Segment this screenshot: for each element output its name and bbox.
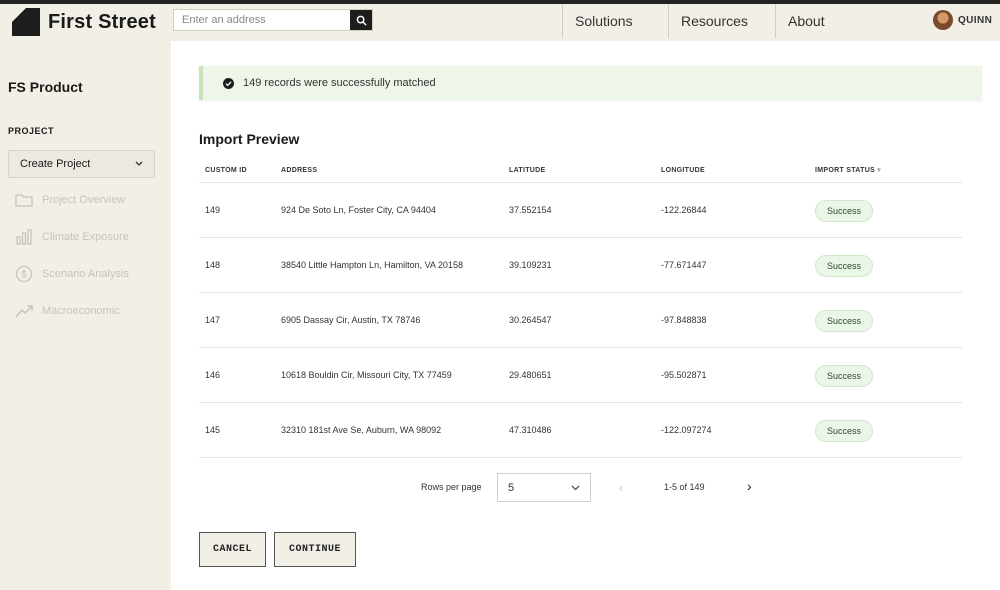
sidebar-item-label: Project Overview — [42, 194, 126, 206]
brand-name: First Street — [48, 10, 156, 33]
cell-latitude: 39.109231 — [509, 260, 552, 270]
main-nav: Solutions Resources About — [562, 4, 865, 38]
sidebar-item-scenario-analysis[interactable]: $ Scenario Analysis — [15, 265, 129, 283]
svg-text:$: $ — [21, 270, 27, 281]
brand-logo[interactable]: First Street — [12, 8, 156, 36]
page-range: 1-5 of 149 — [664, 482, 705, 492]
cell-longitude: -122.26844 — [661, 205, 707, 215]
column-header-longitude[interactable]: LONGITUDE — [661, 161, 705, 181]
cell-address: 6905 Dassay Cir, Austin, TX 78746 — [281, 315, 421, 325]
column-header-import-status[interactable]: IMPORT STATUS ▾ — [815, 161, 881, 181]
rows-per-page-value: 5 — [508, 481, 515, 494]
check-circle-icon — [223, 77, 234, 89]
column-header-latitude[interactable]: LATITUDE — [509, 161, 546, 181]
bar-chart-icon — [16, 229, 32, 245]
status-badge: Success — [815, 310, 874, 332]
cell-longitude: -77.671447 — [661, 260, 707, 270]
address-search — [173, 9, 373, 31]
cell-latitude: 30.264547 — [509, 315, 552, 325]
cell-longitude: -97.848838 — [661, 315, 707, 325]
cell-longitude: -95.502871 — [661, 370, 707, 380]
cell-latitude: 47.310486 — [509, 425, 552, 435]
cell-custom-id: 145 — [205, 425, 221, 435]
nav-resources[interactable]: Resources — [668, 4, 775, 38]
cell-custom-id: 148 — [205, 260, 221, 270]
cell-custom-id: 146 — [205, 370, 221, 380]
sidebar: FS Product PROJECT Create Project Projec… — [0, 41, 171, 590]
column-header-custom-id[interactable]: CUSTOM ID — [205, 161, 247, 181]
table-header: CUSTOM ID ADDRESS LATITUDE LONGITUDE IMP… — [199, 161, 962, 183]
table-row[interactable]: 145 32310 181st Ave Se, Auburn, WA 98092… — [199, 403, 962, 458]
cell-address: 38540 Little Hampton Ln, Hamilton, VA 20… — [281, 260, 463, 270]
sidebar-item-label: Macroeconomic — [42, 305, 120, 317]
success-alert: 149 records were successfully matched — [199, 66, 982, 100]
table-row[interactable]: 146 10618 Bouldin Cir, Missouri City, TX… — [199, 348, 962, 403]
top-header: First Street Solutions Resources About Q… — [0, 4, 1000, 41]
page-title: Import Preview — [199, 131, 300, 147]
status-badge: Success — [815, 420, 874, 442]
table-row[interactable]: 147 6905 Dassay Cir, Austin, TX 78746 30… — [199, 293, 962, 348]
cell-address: 32310 181st Ave Se, Auburn, WA 98092 — [281, 425, 442, 435]
user-menu[interactable]: QUINN — [933, 10, 992, 30]
trend-icon — [15, 305, 33, 318]
sort-down-icon: ▾ — [877, 167, 882, 174]
sidebar-item-climate-exposure[interactable]: Climate Exposure — [15, 228, 129, 246]
sidebar-item-label: Climate Exposure — [42, 231, 129, 243]
user-name: QUINN — [958, 14, 993, 26]
status-badge: Success — [815, 200, 874, 222]
continue-button[interactable]: CONTINUE — [274, 532, 356, 567]
next-page-button[interactable]: › — [747, 478, 752, 494]
sidebar-item-project-overview[interactable]: Project Overview — [15, 191, 125, 209]
pagination: Rows per page 5 ‹ 1-5 of 149 › — [171, 473, 1000, 503]
cell-custom-id: 149 — [205, 205, 221, 215]
table-row[interactable]: 148 38540 Little Hampton Ln, Hamilton, V… — [199, 238, 962, 293]
cell-longitude: -122.097274 — [661, 425, 712, 435]
cell-address: 924 De Soto Ln, Foster City, CA 94404 — [281, 205, 436, 215]
import-status-label: IMPORT STATUS — [815, 167, 876, 174]
sidebar-item-macroeconomic[interactable]: Macroeconomic — [15, 302, 120, 320]
search-button[interactable] — [350, 10, 372, 30]
project-section-label: PROJECT — [8, 126, 55, 136]
previous-page-button[interactable]: ‹ — [619, 480, 623, 495]
rows-per-page-label: Rows per page — [421, 482, 482, 492]
avatar — [933, 10, 953, 30]
first-street-logo-icon — [12, 8, 40, 36]
folder-icon — [15, 194, 33, 207]
table-row[interactable]: 149 924 De Soto Ln, Foster City, CA 9440… — [199, 183, 962, 238]
cell-address: 10618 Bouldin Cir, Missouri City, TX 774… — [281, 370, 452, 380]
project-select-value: Create Project — [20, 158, 91, 170]
project-select[interactable]: Create Project — [8, 150, 155, 178]
cell-latitude: 29.480651 — [509, 370, 552, 380]
chevron-down-icon — [135, 161, 143, 166]
cell-custom-id: 147 — [205, 315, 221, 325]
cancel-button[interactable]: CANCEL — [199, 532, 266, 567]
search-icon — [356, 15, 367, 26]
main-content: 149 records were successfully matched Im… — [171, 41, 1000, 590]
dollar-icon: $ — [15, 265, 33, 283]
chevron-down-icon — [571, 485, 580, 490]
status-badge: Success — [815, 365, 874, 387]
column-header-address[interactable]: ADDRESS — [281, 161, 317, 181]
sidebar-item-label: Scenario Analysis — [42, 268, 129, 280]
alert-message: 149 records were successfully matched — [243, 77, 436, 89]
address-search-input[interactable] — [174, 10, 350, 30]
cell-latitude: 37.552154 — [509, 205, 552, 215]
status-badge: Success — [815, 255, 874, 277]
nav-solutions[interactable]: Solutions — [562, 4, 668, 38]
nav-about[interactable]: About — [775, 4, 865, 38]
rows-per-page-select[interactable]: 5 — [497, 473, 591, 502]
product-title: FS Product — [8, 79, 83, 95]
